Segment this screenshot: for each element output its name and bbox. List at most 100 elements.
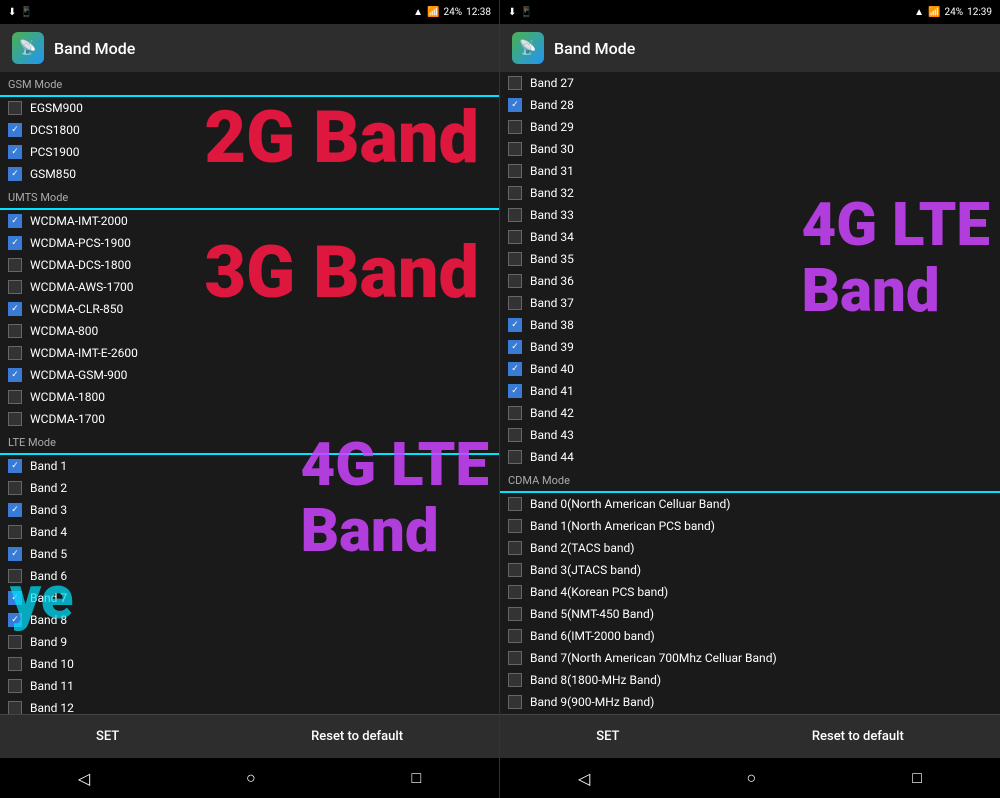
band5-checkbox[interactable] <box>8 547 22 561</box>
list-item[interactable]: Band 11 <box>0 675 499 697</box>
band11-checkbox[interactable] <box>8 679 22 693</box>
list-item[interactable]: WCDMA-1800 <box>0 386 499 408</box>
band9-checkbox[interactable] <box>8 635 22 649</box>
egsm900-checkbox[interactable] <box>8 101 22 115</box>
cdma-band8-checkbox[interactable] <box>508 673 522 687</box>
dcs1800-checkbox[interactable] <box>8 123 22 137</box>
list-item[interactable]: GSM850 <box>0 163 499 185</box>
right-reset-button[interactable]: Reset to default <box>792 721 924 752</box>
list-item[interactable]: Band 39 <box>500 336 1000 358</box>
list-item[interactable]: Band 36 <box>500 270 1000 292</box>
list-item[interactable]: Band 3 <box>0 499 499 521</box>
list-item[interactable]: Band 29 <box>500 116 1000 138</box>
r-band39-checkbox[interactable] <box>508 340 522 354</box>
r-band32-checkbox[interactable] <box>508 186 522 200</box>
cdma-band3-checkbox[interactable] <box>508 563 522 577</box>
band3-checkbox[interactable] <box>8 503 22 517</box>
list-item[interactable]: Band 9(900-MHz Band) <box>500 691 1000 713</box>
band4-checkbox[interactable] <box>8 525 22 539</box>
list-item[interactable]: Band 5 <box>0 543 499 565</box>
cdma-band0-checkbox[interactable] <box>508 497 522 511</box>
r-band27-checkbox[interactable] <box>508 76 522 90</box>
list-item[interactable]: Band 27 <box>500 72 1000 94</box>
band1-checkbox[interactable] <box>8 459 22 473</box>
list-item[interactable]: Band 6 <box>0 565 499 587</box>
cdma-band4-checkbox[interactable] <box>508 585 522 599</box>
r-band38-checkbox[interactable] <box>508 318 522 332</box>
list-item[interactable]: Band 12 <box>0 697 499 714</box>
wcdma-1800-checkbox[interactable] <box>8 390 22 404</box>
list-item[interactable]: Band 7(North American 700Mhz Celluar Ban… <box>500 647 1000 669</box>
list-item[interactable]: Band 43 <box>500 424 1000 446</box>
wcdma-800-checkbox[interactable] <box>8 324 22 338</box>
list-item[interactable]: Band 10 <box>0 653 499 675</box>
list-item[interactable]: EGSM900 <box>0 97 499 119</box>
wcdma-pcs1900-checkbox[interactable] <box>8 236 22 250</box>
wcdma-imt2000-checkbox[interactable] <box>8 214 22 228</box>
list-item[interactable]: WCDMA-800 <box>0 320 499 342</box>
cdma-band6-checkbox[interactable] <box>508 629 522 643</box>
left-recent-icon[interactable]: □ <box>411 768 421 788</box>
pcs1900-checkbox[interactable] <box>8 145 22 159</box>
list-item[interactable]: WCDMA-GSM-900 <box>0 364 499 386</box>
r-band34-checkbox[interactable] <box>508 230 522 244</box>
r-band44-checkbox[interactable] <box>508 450 522 464</box>
r-band40-checkbox[interactable] <box>508 362 522 376</box>
left-content-area[interactable]: 2G Band 3G Band 4G LTEBand ye GSM Mode E… <box>0 72 499 714</box>
right-recent-icon[interactable]: □ <box>912 768 922 788</box>
list-item[interactable]: PCS1900 <box>0 141 499 163</box>
r-band31-checkbox[interactable] <box>508 164 522 178</box>
list-item[interactable]: Band 2(TACS band) <box>500 537 1000 559</box>
gsm850-checkbox[interactable] <box>8 167 22 181</box>
r-band30-checkbox[interactable] <box>508 142 522 156</box>
wcdma-dcs1800-checkbox[interactable] <box>8 258 22 272</box>
list-item[interactable]: WCDMA-1700 <box>0 408 499 430</box>
list-item[interactable]: Band 37 <box>500 292 1000 314</box>
r-band41-checkbox[interactable] <box>508 384 522 398</box>
band2-checkbox[interactable] <box>8 481 22 495</box>
list-item[interactable]: Band 8(1800-MHz Band) <box>500 669 1000 691</box>
list-item[interactable]: Band 32 <box>500 182 1000 204</box>
left-back-icon[interactable]: ◁ <box>78 769 90 788</box>
list-item[interactable]: Band 8 <box>0 609 499 631</box>
list-item[interactable]: Band 4(Korean PCS band) <box>500 581 1000 603</box>
left-set-button[interactable]: SET <box>76 721 139 752</box>
list-item[interactable]: Band 42 <box>500 402 1000 424</box>
list-item[interactable]: WCDMA-CLR-850 <box>0 298 499 320</box>
left-home-icon[interactable]: ○ <box>246 768 256 788</box>
list-item[interactable]: Band 30 <box>500 138 1000 160</box>
band12-checkbox[interactable] <box>8 701 22 714</box>
band10-checkbox[interactable] <box>8 657 22 671</box>
list-item[interactable]: Band 31 <box>500 160 1000 182</box>
r-band33-checkbox[interactable] <box>508 208 522 222</box>
list-item[interactable]: WCDMA-IMT-2000 <box>0 210 499 232</box>
list-item[interactable]: Band 1 <box>0 455 499 477</box>
list-item[interactable]: Band 40 <box>500 358 1000 380</box>
list-item[interactable]: Band 44 <box>500 446 1000 468</box>
list-item[interactable]: Band 9 <box>0 631 499 653</box>
band6-checkbox[interactable] <box>8 569 22 583</box>
left-reset-button[interactable]: Reset to default <box>291 721 423 752</box>
list-item[interactable]: Band 41 <box>500 380 1000 402</box>
r-band43-checkbox[interactable] <box>508 428 522 442</box>
list-item[interactable]: DCS1800 <box>0 119 499 141</box>
list-item[interactable]: WCDMA-PCS-1900 <box>0 232 499 254</box>
cdma-band9-checkbox[interactable] <box>508 695 522 709</box>
list-item[interactable]: Band 28 <box>500 94 1000 116</box>
right-content-area[interactable]: 4G LTEBand Band 27 Band 28 Band 29 Band … <box>500 72 1000 714</box>
list-item[interactable]: WCDMA-DCS-1800 <box>0 254 499 276</box>
wcdma-clr850-checkbox[interactable] <box>8 302 22 316</box>
r-band36-checkbox[interactable] <box>508 274 522 288</box>
wcdma-1700-checkbox[interactable] <box>8 412 22 426</box>
r-band35-checkbox[interactable] <box>508 252 522 266</box>
list-item[interactable]: Band 35 <box>500 248 1000 270</box>
list-item[interactable]: Band 4 <box>0 521 499 543</box>
list-item[interactable]: Band 33 <box>500 204 1000 226</box>
cdma-band5-checkbox[interactable] <box>508 607 522 621</box>
wcdma-imt-e2600-checkbox[interactable] <box>8 346 22 360</box>
list-item[interactable]: Band 6(IMT-2000 band) <box>500 625 1000 647</box>
list-item[interactable]: Band 5(NMT-450 Band) <box>500 603 1000 625</box>
list-item[interactable]: Band 0(North American Celluar Band) <box>500 493 1000 515</box>
list-item[interactable]: Band 1(North American PCS band) <box>500 515 1000 537</box>
list-item[interactable]: Band 2 <box>0 477 499 499</box>
